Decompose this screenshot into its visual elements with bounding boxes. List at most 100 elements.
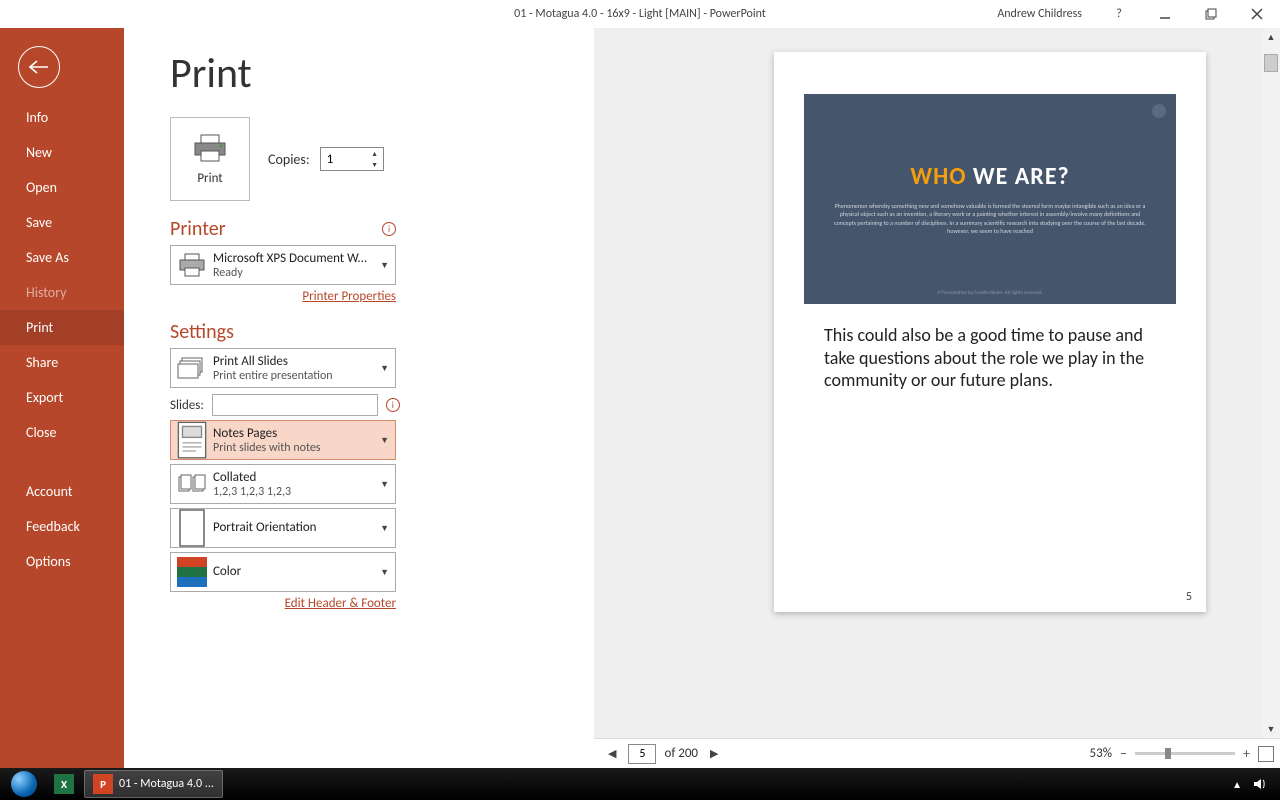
windows-logo-icon xyxy=(11,771,37,797)
print-what-sub: Print entire presentation xyxy=(213,369,376,383)
window-title: 01 - Motagua 4.0 - 16x9 - Light [MAIN] -… xyxy=(514,7,766,21)
copies-up[interactable]: ▲ xyxy=(367,148,383,159)
taskbar-item-label: 01 - Motagua 4.0 ... xyxy=(119,777,214,791)
scroll-down-icon[interactable]: ▼ xyxy=(1262,720,1280,738)
sidebar-item-save[interactable]: Save xyxy=(0,205,124,240)
layout-sub: Print slides with notes xyxy=(213,441,376,455)
printer-select[interactable]: Microsoft XPS Document W... Ready ▼ xyxy=(170,245,396,285)
slide-decor-dot xyxy=(1152,104,1166,118)
taskbar-item-powerpoint[interactable]: P 01 - Motagua 4.0 ... xyxy=(84,770,223,798)
prev-page-button[interactable]: ◀ xyxy=(604,747,620,760)
preview-slide: WHO WE ARE? Phenomenon whereby something… xyxy=(804,94,1176,304)
page-number-input[interactable] xyxy=(628,744,656,764)
print-button-label: Print xyxy=(197,171,222,186)
zoom-fit-button[interactable] xyxy=(1258,746,1274,762)
preview-scrollbar[interactable]: ▲ ▼ xyxy=(1262,28,1280,738)
system-tray: ▲ xyxy=(1232,776,1276,792)
layout-select[interactable]: Notes Pages Print slides with notes ▼ xyxy=(170,420,396,460)
back-button[interactable] xyxy=(18,46,60,88)
sidebar-item-saveas[interactable]: Save As xyxy=(0,240,124,275)
collate-icon xyxy=(177,469,207,499)
preview-page: WHO WE ARE? Phenomenon whereby something… xyxy=(774,52,1206,612)
print-what-title: Print All Slides xyxy=(213,354,376,369)
sidebar-item-export[interactable]: Export xyxy=(0,380,124,415)
sidebar-item-close[interactable]: Close xyxy=(0,415,124,450)
slide-body-text: Phenomenon whereby something new and som… xyxy=(830,202,1150,236)
taskbar-item-excel[interactable]: X xyxy=(46,770,82,798)
titlebar: 01 - Motagua 4.0 - 16x9 - Light [MAIN] -… xyxy=(0,0,1280,28)
tray-chevron-up-icon[interactable]: ▲ xyxy=(1232,778,1242,791)
chevron-down-icon: ▼ xyxy=(380,567,389,578)
chevron-down-icon: ▼ xyxy=(380,479,389,490)
printer-info-icon[interactable]: i xyxy=(382,222,396,236)
slide-footer-text: A Presentation by CreativeSlides. All ri… xyxy=(804,290,1176,296)
printer-heading: Printer xyxy=(170,217,226,241)
orientation-label: Portrait Orientation xyxy=(213,513,376,543)
printer-icon xyxy=(192,133,228,163)
edit-header-footer-link[interactable]: Edit Header & Footer xyxy=(170,596,396,611)
close-button[interactable] xyxy=(1234,0,1280,28)
printer-device-icon xyxy=(177,250,207,280)
collate-sub: 1,2,3 1,2,3 1,2,3 xyxy=(213,485,376,499)
volume-icon[interactable] xyxy=(1252,776,1268,792)
printer-name: Microsoft XPS Document W... xyxy=(213,251,376,266)
slides-label: Slides: xyxy=(170,398,204,413)
chevron-down-icon: ▼ xyxy=(380,435,389,446)
preview-page-number: 5 xyxy=(1186,590,1192,604)
user-name[interactable]: Andrew Childress xyxy=(997,7,1082,21)
printer-status: Ready xyxy=(213,266,376,280)
collate-select[interactable]: Collated 1,2,3 1,2,3 1,2,3 ▼ xyxy=(170,464,396,504)
sidebar-item-open[interactable]: Open xyxy=(0,170,124,205)
copies-down[interactable]: ▼ xyxy=(367,159,383,170)
collate-title: Collated xyxy=(213,470,376,485)
zoom-in-button[interactable]: + xyxy=(1241,745,1252,762)
zoom-slider-knob[interactable] xyxy=(1165,748,1171,759)
sidebar-item-feedback[interactable]: Feedback xyxy=(0,509,124,544)
copies-label: Copies: xyxy=(268,151,310,168)
print-button[interactable]: Print xyxy=(170,117,250,201)
copies-field[interactable] xyxy=(321,152,361,167)
orientation-select[interactable]: Portrait Orientation ▼ xyxy=(170,508,396,548)
portrait-icon xyxy=(177,513,207,543)
color-select[interactable]: Color ▼ xyxy=(170,552,396,592)
sidebar-item-share[interactable]: Share xyxy=(0,345,124,380)
next-page-button[interactable]: ▶ xyxy=(706,747,722,760)
sidebar-item-account[interactable]: Account xyxy=(0,474,124,509)
print-preview-pane: WHO WE ARE? Phenomenon whereby something… xyxy=(594,28,1280,768)
print-what-select[interactable]: Print All Slides Print entire presentati… xyxy=(170,348,396,388)
arrow-left-icon xyxy=(29,60,49,74)
copies-input[interactable]: ▲ ▼ xyxy=(320,147,384,171)
page-total-label: of 200 xyxy=(664,746,698,761)
preview-notes-text: This could also be a good time to pause … xyxy=(824,324,1156,392)
notes-page-icon xyxy=(177,425,207,455)
backstage-sidebar: InfoNewOpenSaveSave AsHistoryPrintShareE… xyxy=(0,28,124,768)
zoom-out-button[interactable]: − xyxy=(1118,745,1129,762)
restore-button[interactable] xyxy=(1188,0,1234,28)
start-button[interactable] xyxy=(4,770,44,798)
sidebar-item-new[interactable]: New xyxy=(0,135,124,170)
scroll-thumb[interactable] xyxy=(1264,54,1278,72)
zoom-slider[interactable] xyxy=(1135,752,1235,755)
printer-properties-link[interactable]: Printer Properties xyxy=(170,289,396,304)
color-label: Color xyxy=(213,557,376,587)
sidebar-item-options[interactable]: Options xyxy=(0,544,124,579)
powerpoint-icon: P xyxy=(93,774,113,794)
windows-taskbar: X P 01 - Motagua 4.0 ... ▲ xyxy=(0,768,1280,800)
slides-info-icon[interactable]: i xyxy=(386,398,400,412)
chevron-down-icon: ▼ xyxy=(380,363,389,374)
slides-range-input[interactable] xyxy=(212,394,378,416)
sidebar-item-history[interactable]: History xyxy=(0,275,124,310)
sidebar-item-info[interactable]: Info xyxy=(0,100,124,135)
minimize-button[interactable] xyxy=(1142,0,1188,28)
excel-icon: X xyxy=(54,774,74,794)
chevron-down-icon: ▼ xyxy=(380,260,389,271)
zoom-percent[interactable]: 53% xyxy=(1090,746,1112,761)
slide-title: WHO WE ARE? xyxy=(804,162,1176,191)
slides-stack-icon xyxy=(177,353,207,383)
print-backstage: Print Print Copies: ▲ ▼ Printer i xyxy=(124,28,1280,768)
sidebar-item-print[interactable]: Print xyxy=(0,310,124,345)
help-button[interactable]: ? xyxy=(1096,0,1142,28)
settings-heading: Settings xyxy=(170,320,234,344)
color-swatch-icon xyxy=(177,557,207,587)
scroll-up-icon[interactable]: ▲ xyxy=(1262,28,1280,46)
